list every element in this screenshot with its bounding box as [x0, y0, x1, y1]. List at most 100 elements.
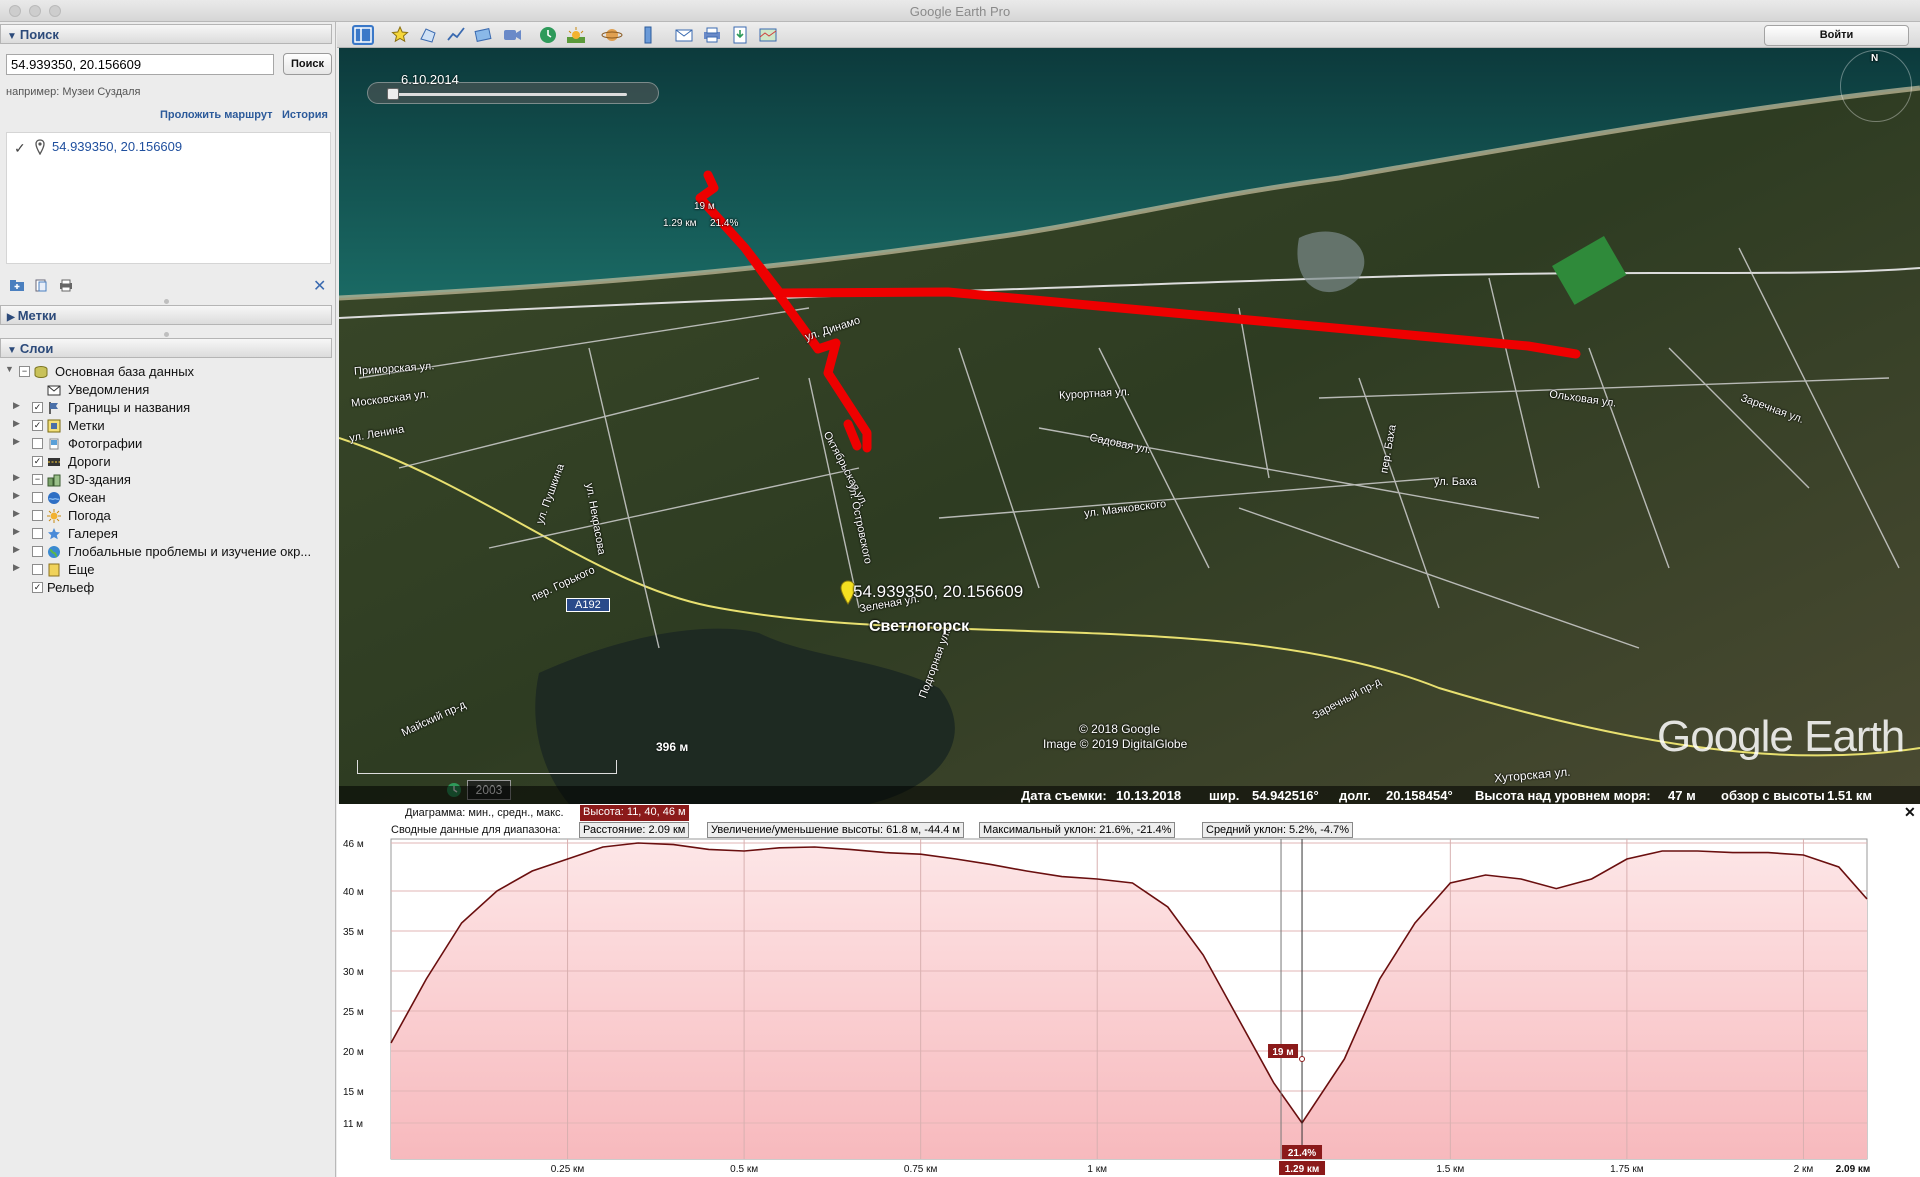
layer-checkbox[interactable]: ✓ [32, 420, 43, 431]
time-slider-track[interactable] [392, 93, 627, 96]
search-input[interactable] [6, 54, 274, 75]
triangle-right-icon[interactable]: ▶ [13, 544, 20, 555]
navigation-control[interactable]: N [1840, 50, 1912, 122]
layer-checkbox[interactable]: ✓ [32, 402, 43, 413]
layer-item-places[interactable]: ▶ ✓ Метки [5, 418, 335, 435]
map-status-bar: Дата съемки: 10.13.2018 шир. 54.942516° … [339, 786, 1920, 804]
save-image-icon[interactable] [729, 25, 751, 45]
layer-item-terrain[interactable]: ✓ Рельеф [5, 580, 335, 597]
layer-item-ocean[interactable]: ▶ Океан [5, 490, 335, 507]
layer-checkbox[interactable]: − [32, 474, 43, 485]
triangle-right-icon[interactable]: ▶ [13, 472, 20, 483]
cursor-grade-label: 21.4% [1288, 1148, 1316, 1159]
layer-checkbox[interactable] [32, 510, 43, 521]
layer-label: Погода [68, 508, 111, 523]
x-tick-label: 1.5 км [1436, 1164, 1464, 1175]
add-folder-icon[interactable] [9, 279, 25, 292]
search-panel-title: Поиск [19, 27, 59, 42]
layer-checkbox[interactable]: ✓ [32, 582, 43, 593]
image-overlay-icon[interactable] [473, 25, 495, 45]
compass-north-label: N [1871, 53, 1879, 64]
places-panel-header[interactable]: ▶ Метки [0, 305, 332, 325]
town-label: Светлогорск [869, 618, 970, 635]
layer-item-gallery[interactable]: ▶ Галерея [5, 526, 335, 543]
add-path-icon[interactable] [445, 25, 467, 45]
login-button[interactable]: Войти [1764, 25, 1909, 46]
envelope-icon [47, 385, 61, 396]
x-tick-label: 1.29 км [1285, 1164, 1320, 1175]
layer-item-photos[interactable]: ▶ Фотографии [5, 436, 335, 453]
database-icon [34, 366, 48, 379]
triangle-right-icon[interactable]: ▶ [13, 562, 20, 573]
record-tour-icon[interactable] [501, 25, 523, 45]
elevation-profile-panel: ✕ Диаграмма: мин., средн., макс. Высота:… [337, 804, 1920, 1177]
historical-imagery-icon[interactable] [537, 25, 559, 45]
view-in-maps-icon[interactable] [757, 25, 779, 45]
search-button[interactable]: Поиск [283, 53, 332, 75]
triangle-right-icon[interactable]: ▶ [13, 436, 20, 447]
triangle-right-icon[interactable]: ▶ [13, 400, 20, 411]
x-tick-label: 0.75 км [904, 1164, 938, 1175]
search-result-item[interactable]: 54.939350, 20.156609 [52, 139, 182, 154]
x-tick-label: 0.5 км [730, 1164, 758, 1175]
x-tick-label: 1.75 км [1610, 1164, 1644, 1175]
cursor-point [1299, 1056, 1306, 1062]
triangle-right-icon[interactable]: ▶ [13, 418, 20, 429]
triangle-right-icon[interactable]: ▶ [13, 490, 20, 501]
time-slider-handle[interactable] [387, 88, 399, 100]
layer-checkbox[interactable] [32, 492, 43, 503]
layer-label: Галерея [68, 526, 118, 541]
layer-item-weather[interactable]: ▶ Погода [5, 508, 335, 525]
layer-item-more[interactable]: ▶ Еще [5, 562, 335, 579]
gallery-icon [48, 528, 60, 540]
sunlight-icon[interactable] [565, 25, 587, 45]
layer-checkbox[interactable] [32, 546, 43, 557]
layer-label: Еще [68, 562, 95, 577]
splitter-handle[interactable] [164, 299, 169, 304]
layers-panel-header[interactable]: ▼ Слои [0, 338, 332, 358]
search-panel-header[interactable]: ▼ Поиск [0, 24, 332, 44]
add-polygon-icon[interactable] [417, 25, 439, 45]
layer-item-borders[interactable]: ▶ ✓ Границы и названия [5, 400, 335, 417]
add-placemark-icon[interactable] [389, 25, 411, 45]
layer-item-primary-database[interactable]: ▼ − Основная база данных [5, 364, 335, 381]
layer-item-notifications[interactable]: Уведомления [5, 382, 335, 399]
triangle-right-icon[interactable]: ▶ [13, 508, 20, 519]
layer-label: Океан [68, 490, 106, 505]
email-icon[interactable] [673, 25, 695, 45]
layer-checkbox[interactable] [32, 564, 43, 575]
sidebar-toggle-icon[interactable] [352, 25, 374, 45]
y-tick-label: 35 м [343, 927, 364, 938]
elevation-area [391, 843, 1867, 1159]
elevation-chart[interactable]: 46 м 40 м 35 м 30 м 25 м 20 м 15 м 11 м 0.25 км 0… [337, 804, 1920, 1177]
close-icon[interactable]: ✕ [313, 276, 326, 296]
history-link[interactable]: История [282, 109, 328, 121]
print-icon[interactable] [701, 25, 723, 45]
map-view[interactable]: 6.10.2014 N 19 м 1.29 км 21.4% Приморска… [339, 48, 1920, 804]
planets-icon[interactable] [601, 25, 623, 45]
triangle-right-icon[interactable]: ▶ [13, 526, 20, 537]
satellite-imagery [339, 48, 1920, 804]
layer-checkbox[interactable]: − [19, 366, 30, 377]
ocean-icon [48, 492, 60, 504]
placemark-label[interactable]: 54.939350, 20.156609 [853, 582, 1023, 602]
route-link[interactable]: Проложить маршрут [160, 109, 272, 121]
print-icon[interactable] [58, 279, 74, 292]
layer-label: 3D-здания [68, 472, 131, 487]
triangle-down-icon[interactable]: ▼ [5, 364, 14, 374]
layer-checkbox[interactable] [32, 438, 43, 449]
layer-checkbox[interactable] [32, 528, 43, 539]
scale-bar [357, 760, 617, 774]
layer-label: Уведомления [68, 382, 150, 397]
copy-icon[interactable] [33, 279, 49, 292]
ruler-icon[interactable] [637, 25, 659, 45]
places-icon [47, 419, 61, 433]
layer-item-3d-buildings[interactable]: ▶ − 3D-здания [5, 472, 335, 489]
search-results-list: ✓ 54.939350, 20.156609 [6, 132, 331, 264]
road-shield: A192 [566, 598, 610, 612]
layer-item-roads[interactable]: ✓ Дороги [5, 454, 335, 471]
layer-checkbox[interactable]: ✓ [32, 456, 43, 467]
layer-label: Глобальные проблемы и изучение окр... [68, 544, 312, 559]
layer-item-global-awareness[interactable]: ▶ Глобальные проблемы и изучение окр... [5, 544, 335, 561]
splitter-handle[interactable] [164, 332, 169, 337]
